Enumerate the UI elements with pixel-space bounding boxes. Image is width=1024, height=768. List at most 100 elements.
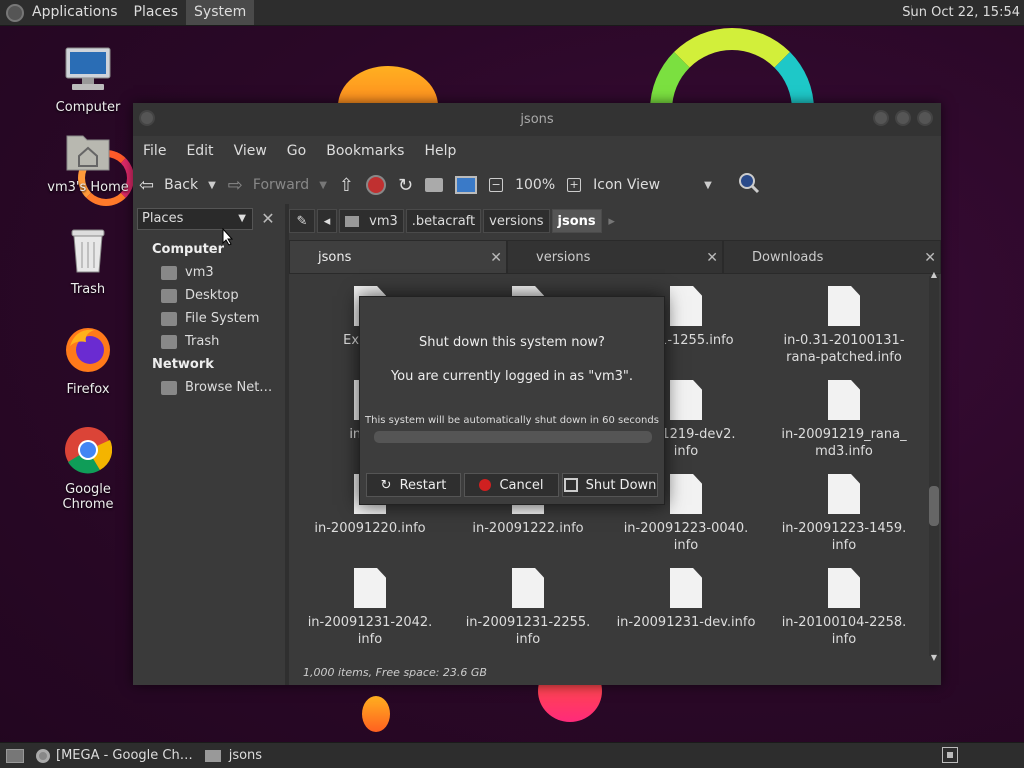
file-item[interactable]: in-20100104-2258. info xyxy=(765,568,923,648)
computer-button[interactable] xyxy=(449,170,483,200)
tab-downloads[interactable]: Downloads ✕ xyxy=(723,240,941,274)
shutdown-dialog: Shut down this system now? You are curre… xyxy=(359,296,665,505)
forward-history-dropdown-icon[interactable]: ▼ xyxy=(319,180,327,191)
shutdown-button[interactable]: Shut Down xyxy=(562,473,658,497)
sidebar-mode-select[interactable]: Places ▼ xyxy=(137,208,253,230)
toggle-location-entry-button[interactable]: ✎ xyxy=(289,209,315,233)
file-name: in-20091222.info xyxy=(472,521,584,536)
text-file-icon xyxy=(670,568,702,608)
menu-edit[interactable]: Edit xyxy=(176,143,223,159)
file-item[interactable]: in-20091231-2255. info xyxy=(449,568,607,648)
distro-logo-icon[interactable] xyxy=(6,3,24,22)
menu-file[interactable]: File xyxy=(133,143,176,159)
forward-button[interactable]: ⇨ Forward ▼ xyxy=(222,170,333,200)
sidebar-item-trash[interactable]: Trash xyxy=(137,330,283,353)
breadcrumb-betacraft[interactable]: .betacraft xyxy=(405,209,482,233)
menu-help[interactable]: Help xyxy=(414,143,466,159)
desktop-icon-label: Trash xyxy=(70,282,106,297)
network-icon xyxy=(161,380,177,395)
breadcrumb-vm3[interactable]: vm3 xyxy=(339,209,404,233)
view-mode-select[interactable]: Icon View ▼ xyxy=(587,170,718,200)
reload-button[interactable]: ↻ xyxy=(392,170,419,200)
close-tab-icon[interactable]: ✕ xyxy=(706,241,718,275)
sidebar-item-label: Browse Net… xyxy=(185,380,273,395)
file-name-cont: info xyxy=(673,538,699,553)
up-button[interactable]: ⇧ xyxy=(333,170,360,200)
breadcrumb-jsons[interactable]: jsons xyxy=(551,209,602,233)
file-name-cont: rana-patched.info xyxy=(786,350,902,365)
show-desktop-button[interactable] xyxy=(0,743,30,768)
menu-system[interactable]: System xyxy=(186,0,255,25)
breadcrumb-scroll-right[interactable]: ▸ xyxy=(604,214,620,229)
desktop-icon-computer[interactable]: Computer xyxy=(38,46,138,115)
tab-versions[interactable]: versions ✕ xyxy=(507,240,723,274)
edit-icon: ✎ xyxy=(296,214,308,229)
menu-view[interactable]: View xyxy=(224,143,277,159)
file-grid-scrollbar[interactable]: ▲ ▼ xyxy=(929,270,939,662)
desktop-icon-firefox[interactable]: Firefox xyxy=(38,326,138,397)
stop-button[interactable] xyxy=(360,170,392,200)
tab-label: Downloads xyxy=(752,250,824,265)
file-item[interactable]: in-20091231-dev.info xyxy=(607,568,765,631)
window-menu-button[interactable] xyxy=(139,110,155,126)
close-window-button[interactable] xyxy=(917,110,933,126)
sidebar-item-vm3[interactable]: vm3 xyxy=(137,261,283,284)
menubar: File Edit View Go Bookmarks Help xyxy=(133,136,941,166)
desktop-icon-chrome[interactable]: Google Chrome xyxy=(38,426,138,512)
cancel-button[interactable]: Cancel xyxy=(464,473,559,497)
taskbar-item-chrome[interactable]: [MEGA - Google Ch… xyxy=(30,743,199,768)
file-item[interactable]: in-20091223-1459. info xyxy=(765,474,923,554)
file-item[interactable]: in-20091219_rana_ md3.info xyxy=(765,380,923,460)
menu-bookmarks[interactable]: Bookmarks xyxy=(316,143,414,159)
close-tab-icon[interactable]: ✕ xyxy=(490,241,502,275)
wallpaper-orange-drop xyxy=(362,696,390,732)
maximize-button[interactable] xyxy=(895,110,911,126)
taskbar-item-jsons[interactable]: jsons xyxy=(199,743,268,768)
reload-icon: ↻ xyxy=(398,174,414,196)
zoom-out-icon: − xyxy=(489,178,504,192)
chrome-icon xyxy=(36,748,50,763)
back-history-dropdown-icon[interactable]: ▼ xyxy=(208,180,216,191)
text-file-icon xyxy=(828,286,860,326)
desktop-icon-home[interactable]: vm3's Home xyxy=(38,128,138,195)
shutdown-label: Shut Down xyxy=(585,477,657,493)
tab-jsons[interactable]: jsons ✕ xyxy=(289,240,507,274)
menu-applications[interactable]: Applications xyxy=(24,0,126,25)
file-item[interactable]: in-0.31-20100131- rana-patched.info xyxy=(765,286,923,366)
file-name: in-0.31-20100131- xyxy=(783,333,905,348)
scroll-up-icon[interactable]: ▲ xyxy=(929,270,939,279)
menu-places[interactable]: Places xyxy=(126,0,187,25)
home-folder-icon xyxy=(161,265,177,280)
sidebar-item-desktop[interactable]: Desktop xyxy=(137,284,283,307)
breadcrumb-versions[interactable]: versions xyxy=(483,209,550,233)
breadcrumb-scroll-left[interactable]: ◂ xyxy=(317,209,337,233)
home-icon xyxy=(425,178,444,192)
minimize-button[interactable] xyxy=(873,110,889,126)
home-button[interactable] xyxy=(419,170,449,200)
desktop-icon-trash[interactable]: Trash xyxy=(38,226,138,297)
forward-label: Forward xyxy=(252,177,310,193)
zoom-level[interactable]: 100% xyxy=(509,170,561,200)
sidebar-item-browse-network[interactable]: Browse Net… xyxy=(137,376,283,399)
close-sidebar-icon[interactable]: ✕ xyxy=(257,208,279,230)
desktop-icon-label: Google Chrome xyxy=(62,482,114,512)
sidebar-item-label: File System xyxy=(185,311,260,326)
sidebar-mode-label: Places xyxy=(142,211,184,226)
file-name: in-20091223-0040. xyxy=(623,521,749,536)
menu-go[interactable]: Go xyxy=(277,143,316,159)
scrollbar-thumb[interactable] xyxy=(929,486,939,526)
text-file-icon xyxy=(828,474,860,514)
zoom-out-button[interactable]: − xyxy=(483,170,509,200)
sidebar-item-file-system[interactable]: File System xyxy=(137,307,283,330)
window-titlebar[interactable]: jsons xyxy=(133,103,941,136)
zoom-in-button[interactable]: + xyxy=(561,170,587,200)
workspace-switcher[interactable] xyxy=(942,747,958,763)
back-button[interactable]: ⇦ Back ▼ xyxy=(133,170,222,200)
cancel-label: Cancel xyxy=(499,477,544,493)
power-icon xyxy=(563,478,578,492)
clock[interactable]: Sun Oct 22, 15:54 xyxy=(902,0,1020,25)
window-title: jsons xyxy=(520,112,554,127)
file-item[interactable]: in-20091231-2042. info xyxy=(291,568,449,648)
search-button[interactable] xyxy=(732,170,766,200)
restart-button[interactable]: ↻ Restart xyxy=(366,473,461,497)
